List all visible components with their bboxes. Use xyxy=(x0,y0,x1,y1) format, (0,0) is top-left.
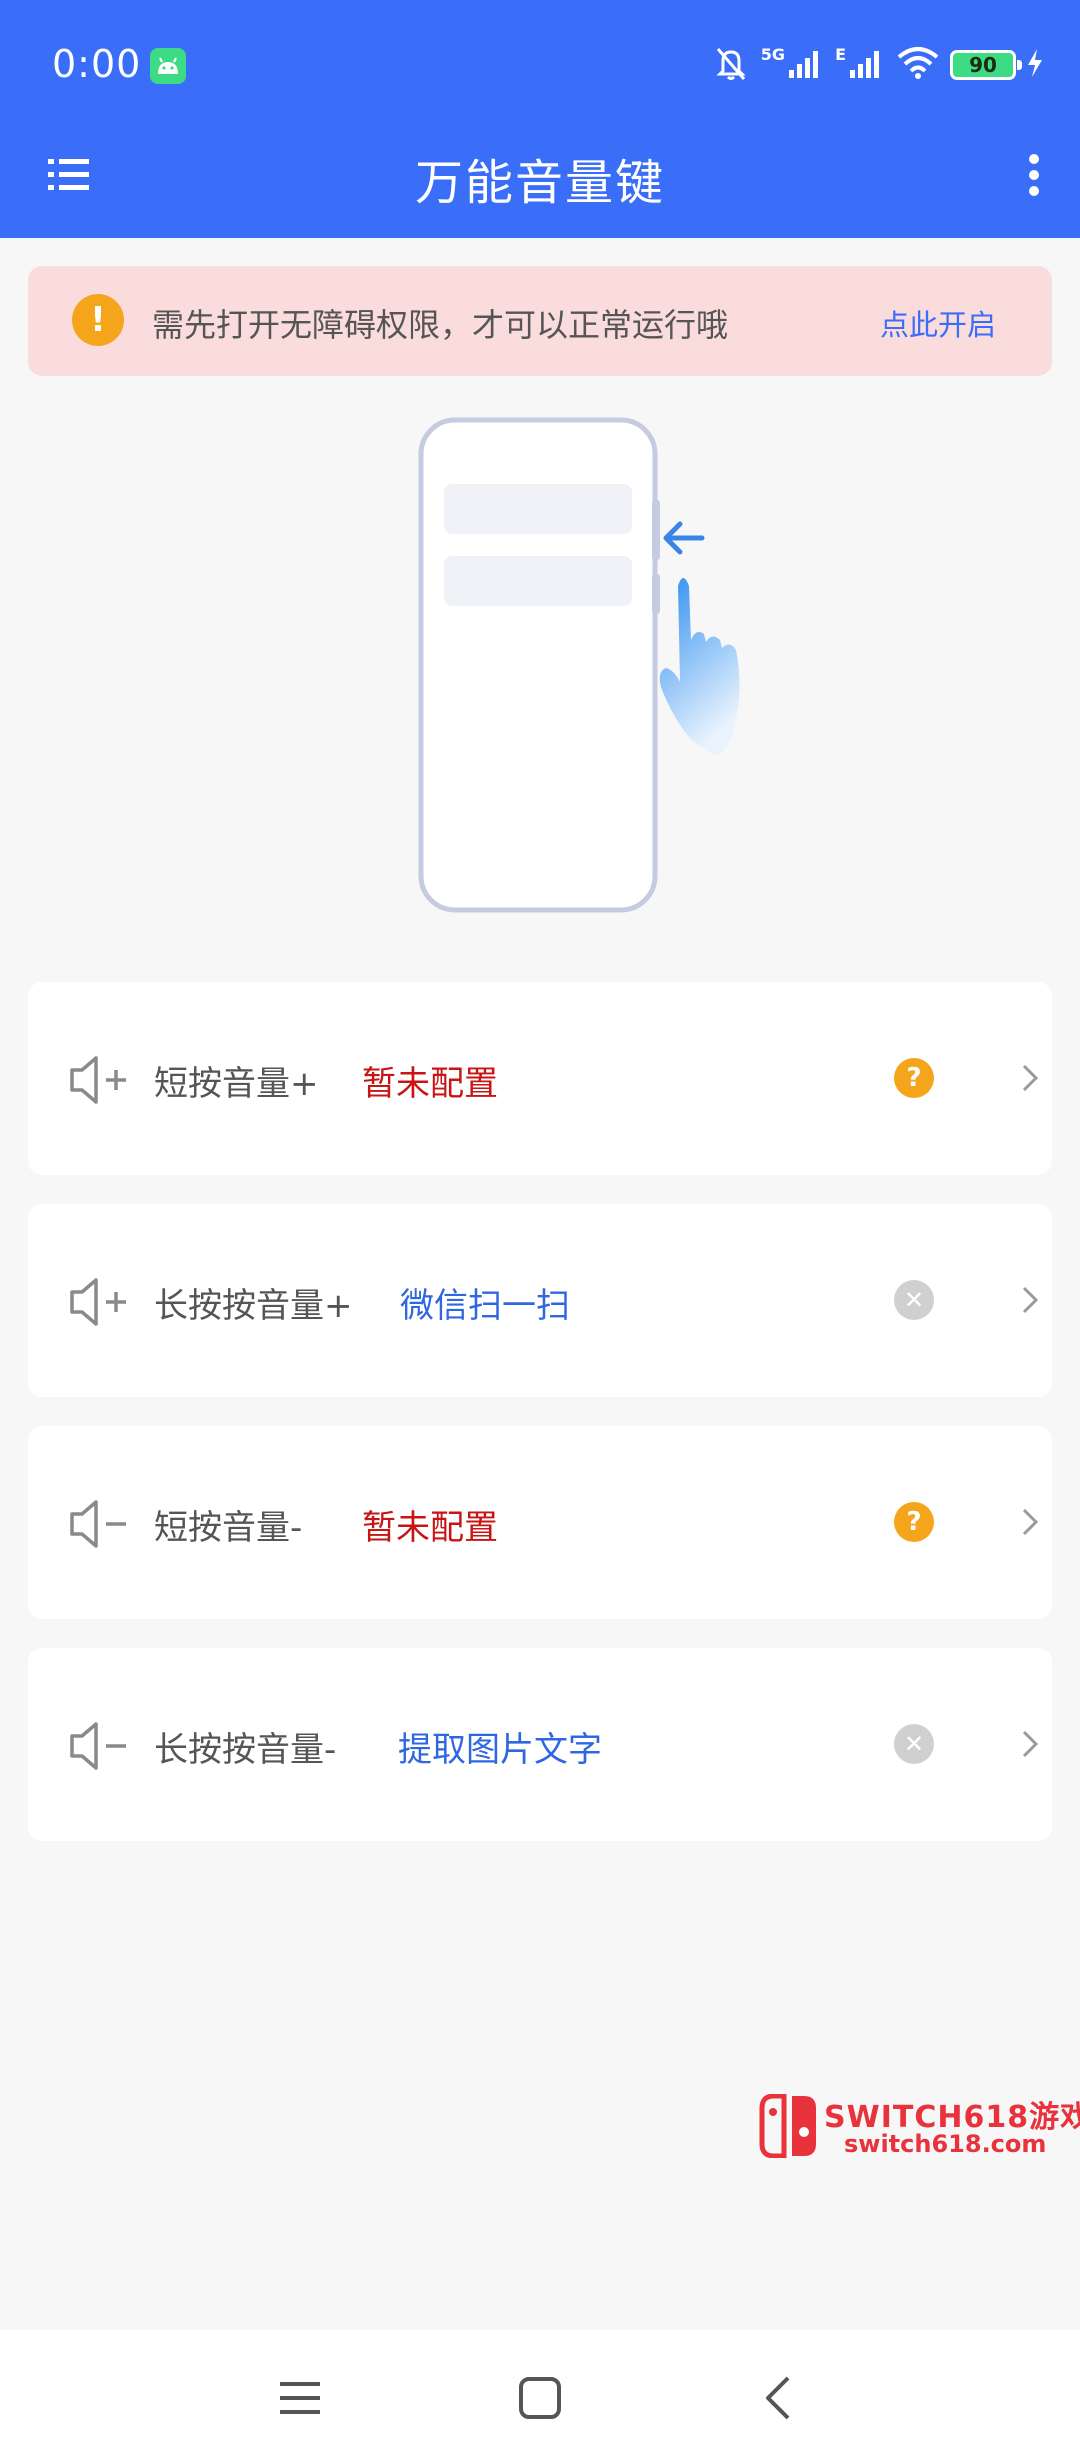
network-e-label: E xyxy=(835,44,846,64)
status-bar: 0:00 5G E 90 xyxy=(0,0,1080,135)
app-bar: 万能音量键 xyxy=(0,135,1080,238)
item-value: 暂未配置 xyxy=(362,1064,498,1104)
question-icon[interactable]: ? xyxy=(894,1058,934,1098)
page-title: 万能音量键 xyxy=(414,155,665,211)
item-label: 短按音量+ xyxy=(154,1064,319,1104)
chevron-right-icon xyxy=(1018,1504,1042,1540)
config-item-short-volume-down[interactable]: 短按音量- 暂未配置 ? xyxy=(28,1426,1052,1619)
back-icon[interactable] xyxy=(752,2370,808,2426)
item-label: 长按按音量- xyxy=(154,1730,337,1770)
chevron-right-icon xyxy=(1018,1282,1042,1318)
item-label: 长按按音量+ xyxy=(154,1286,353,1326)
warning-icon: ! xyxy=(72,294,124,346)
recent-apps-icon[interactable] xyxy=(272,2370,328,2426)
switch-logo-icon xyxy=(758,2093,820,2159)
status-icons: 5G E 90 xyxy=(711,42,1044,88)
watermark-url: switch618.com xyxy=(844,2130,1047,2158)
warning-text: 需先打开无障碍权限，才可以正常运行哦 xyxy=(152,306,729,344)
android-notification-icon xyxy=(150,48,186,84)
signal-1-icon xyxy=(787,46,825,84)
volume-up-icon xyxy=(68,1052,132,1108)
question-icon[interactable]: ? xyxy=(894,1502,934,1542)
wifi-icon xyxy=(896,45,940,85)
phone-illustration xyxy=(400,410,780,920)
site-watermark: SWITCH618游戏 switch618.com xyxy=(752,2086,1080,2166)
pointing-hand-icon xyxy=(659,578,740,756)
network-5g-label: 5G xyxy=(760,44,786,64)
config-item-short-volume-up[interactable]: 短按音量+ 暂未配置 ? xyxy=(28,982,1052,1175)
item-label: 短按音量- xyxy=(154,1508,303,1548)
clear-icon[interactable]: ✕ xyxy=(894,1724,934,1764)
mute-bell-icon xyxy=(711,43,751,87)
system-nav-bar xyxy=(0,2330,1080,2460)
accessibility-warning-banner: ! 需先打开无障碍权限，才可以正常运行哦 点此开启 xyxy=(28,266,1052,376)
arrow-left-icon xyxy=(663,521,705,555)
battery-indicator: 90 xyxy=(950,50,1022,80)
config-item-long-volume-down[interactable]: 长按按音量- 提取图片文字 ✕ xyxy=(28,1648,1052,1841)
volume-down-icon xyxy=(68,1718,132,1774)
top-bar: 0:00 5G E 90 万能音量键 xyxy=(0,0,1080,238)
status-time: 0:00 xyxy=(52,42,142,86)
item-value: 暂未配置 xyxy=(362,1508,498,1548)
signal-2-icon xyxy=(848,46,886,84)
enable-permission-link[interactable]: 点此开启 xyxy=(880,302,996,344)
home-icon[interactable] xyxy=(512,2370,568,2426)
charging-icon xyxy=(1026,48,1044,82)
more-options-icon[interactable] xyxy=(1014,145,1054,205)
phone-outline-icon xyxy=(418,417,660,913)
chevron-right-icon xyxy=(1018,1060,1042,1096)
config-item-long-volume-up[interactable]: 长按按音量+ 微信扫一扫 ✕ xyxy=(28,1204,1052,1397)
item-value: 微信扫一扫 xyxy=(400,1286,570,1326)
chevron-right-icon xyxy=(1018,1726,1042,1762)
item-value: 提取图片文字 xyxy=(398,1730,602,1770)
volume-down-icon xyxy=(68,1496,132,1552)
clear-icon[interactable]: ✕ xyxy=(894,1280,934,1320)
volume-up-icon xyxy=(68,1274,132,1330)
